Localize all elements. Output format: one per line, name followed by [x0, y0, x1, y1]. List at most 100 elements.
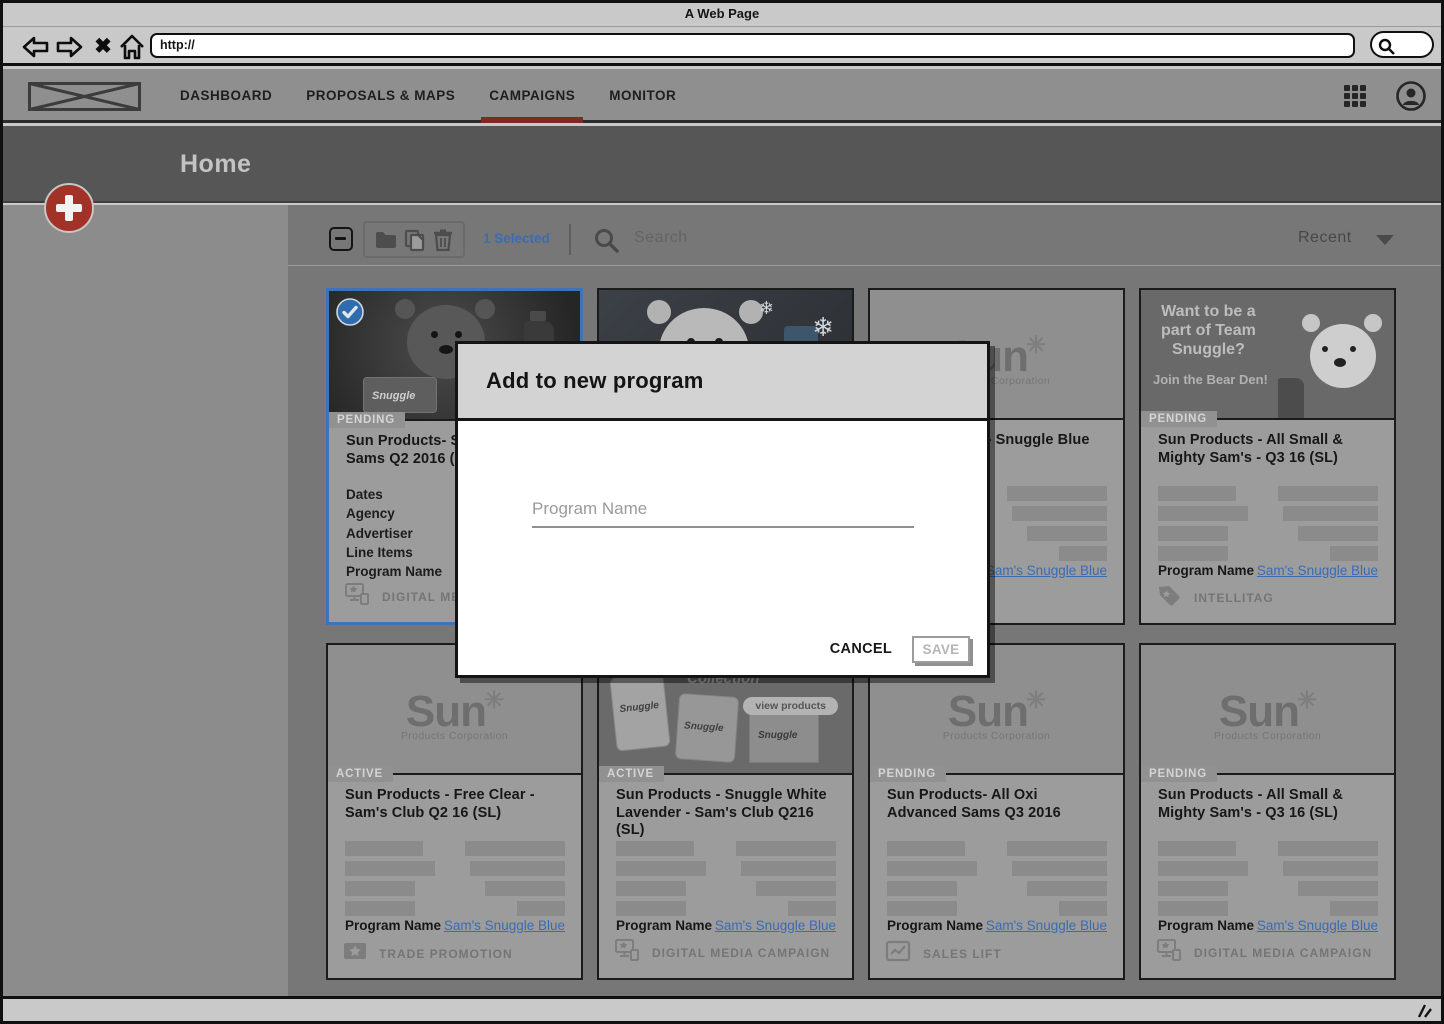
campaign-type-label: TRADE PROMOTION: [379, 947, 513, 961]
home-icon[interactable]: [117, 32, 147, 62]
sort-dropdown[interactable]: Recent: [1298, 229, 1352, 247]
skeleton-bars: [1158, 841, 1378, 921]
campaign-type-label: SALES LIFT: [923, 947, 1002, 961]
sun-flower-icon: ✳: [1026, 687, 1045, 714]
nav-item-proposals-maps[interactable]: PROPOSALS & MAPS: [306, 69, 455, 123]
add-to-program-dialog: Add to new program CANCEL SAVE: [455, 341, 990, 678]
field-label: Line Items: [346, 543, 442, 562]
sun-flower-icon: ✳: [484, 687, 503, 714]
campaign-type: DIGITAL MEDIA CAMPAIGN: [614, 938, 830, 967]
campaign-card-7[interactable]: Sun✳Products CorporationPENDINGSun Produ…: [868, 643, 1125, 980]
apps-grid-icon[interactable]: [1344, 85, 1366, 107]
line-chart-icon: [885, 940, 911, 967]
dialog-title: Add to new program: [486, 368, 704, 394]
add-button[interactable]: [44, 183, 94, 233]
skeleton-bars: [1158, 486, 1378, 566]
nav-menu: DASHBOARD PROPOSALS & MAPS CAMPAIGNS MON…: [180, 69, 676, 123]
browser-toolbar: ✖ http://: [3, 26, 1441, 66]
dialog-header: Add to new program: [458, 344, 987, 421]
status-badge: PENDING: [870, 766, 946, 782]
browser-search-field[interactable]: [1370, 31, 1434, 58]
card-body: Sun Products - All Small & Mighty Sam's …: [1141, 422, 1394, 623]
program-name-link[interactable]: Sam's Snuggle Blue: [715, 918, 836, 933]
program-name-label: Program Name: [345, 918, 441, 933]
bulk-actions-group: [363, 221, 465, 258]
card-title: Sun Products - Snuggle White Lavender - …: [616, 787, 840, 840]
campaign-type-label: DIGITAL MEDIA CAMPAIGN: [652, 946, 830, 960]
sun-flower-icon: ✳: [1026, 332, 1045, 359]
url-text: http://: [160, 38, 195, 52]
campaign-type: SALES LIFT: [885, 940, 1002, 967]
program-name-link[interactable]: Sam's Snuggle Blue: [1257, 563, 1378, 578]
search-input[interactable]: Search: [634, 229, 688, 247]
browser-window: A Web Page ✖ http:// DASHBOARD PROPOSALS…: [0, 0, 1444, 1024]
trash-icon[interactable]: [432, 228, 454, 252]
monitor-star-icon: [614, 938, 640, 967]
field-label: Advertiser: [346, 524, 442, 543]
program-name-label: Program Name: [887, 918, 983, 933]
card-image-sun: Sun✳Products Corporation: [1141, 645, 1394, 775]
status-badge: ACTIVE: [328, 766, 393, 782]
page-title: Home: [180, 150, 251, 179]
skeleton-bars: [616, 841, 836, 921]
nav-item-dashboard[interactable]: DASHBOARD: [180, 69, 272, 123]
program-name-link[interactable]: Sam's Snuggle Blue: [444, 918, 565, 933]
selected-check-icon[interactable]: [335, 297, 365, 332]
folder-icon[interactable]: [374, 230, 398, 250]
stop-icon[interactable]: ✖: [92, 32, 114, 62]
campaign-card-6[interactable]: SnuggleSnuggleSnuggleIslandCollection™&F…: [597, 643, 854, 980]
account-icon[interactable]: [1395, 80, 1427, 117]
status-badge: ACTIVE: [599, 766, 664, 782]
skeleton-bars: [345, 841, 565, 921]
program-name-link[interactable]: Sam's Snuggle Blue: [986, 563, 1107, 578]
nav-item-campaigns[interactable]: CAMPAIGNS: [489, 69, 575, 123]
forward-icon[interactable]: [55, 32, 85, 62]
card-body: Sun Products - All Small & Mighty Sam's …: [1141, 777, 1394, 978]
monitor-star-icon: [1156, 938, 1182, 967]
status-badge: PENDING: [329, 412, 405, 428]
monitor-star-icon: [344, 582, 370, 611]
program-name-input[interactable]: [532, 492, 914, 528]
toolbar-divider: [569, 224, 571, 255]
copy-icon[interactable]: [403, 228, 427, 252]
url-field[interactable]: http://: [150, 33, 1355, 58]
campaign-type: DIGITAL MEDIA CAMPAIGN: [1156, 938, 1372, 967]
window-titlebar: A Web Page: [3, 3, 1441, 26]
card-title: Sun Products - All Small & Mighty Sam's …: [1158, 432, 1382, 467]
program-name-link[interactable]: Sam's Snuggle Blue: [986, 918, 1107, 933]
campaign-type: INTELLITAG: [1156, 583, 1274, 612]
chevron-down-icon[interactable]: [1376, 235, 1394, 245]
resize-handle-icon[interactable]: [1415, 1003, 1433, 1024]
save-button[interactable]: SAVE: [912, 636, 970, 663]
card-title: Sun Products - Free Clear - Sam's Club Q…: [345, 787, 569, 822]
field-label: Program Name: [346, 562, 442, 581]
program-name-label: Program Name: [1158, 563, 1254, 578]
logo-placeholder: [28, 82, 141, 116]
tag-star-icon: [1156, 583, 1182, 612]
program-name-label: Program Name: [1158, 918, 1254, 933]
campaign-card-8[interactable]: Sun✳Products CorporationPENDING Sun Produ…: [1139, 643, 1396, 980]
sidebar: [3, 205, 288, 996]
toolbar-separator: [288, 265, 1441, 266]
program-name-link[interactable]: Sam's Snuggle Blue: [1257, 918, 1378, 933]
campaign-card-4[interactable]: Want to be apart of TeamSnuggle?Join the…: [1139, 288, 1396, 625]
card-title: Sun Products- All Oxi Advanced Sams Q3 2…: [887, 787, 1111, 822]
status-badge: PENDING: [1141, 766, 1217, 782]
search-icon[interactable]: [593, 227, 621, 255]
sun-flower-icon: ✳: [1297, 687, 1316, 714]
campaign-type-label: DIGITAL MEDIA CAMPAIGN: [1194, 946, 1372, 960]
campaign-card-5[interactable]: Sun✳Products CorporationACTIVESun Produc…: [326, 643, 583, 980]
card-body: Sun Products - Snuggle White Lavender - …: [599, 777, 852, 978]
select-all-checkbox[interactable]: [329, 227, 353, 251]
card-title: Sun Products - All Small & Mighty Sam's …: [1158, 787, 1382, 822]
selected-count: 1 Selected: [483, 231, 550, 246]
card-body: Sun Products- All Oxi Advanced Sams Q3 2…: [870, 777, 1123, 978]
back-icon[interactable]: [20, 32, 50, 62]
cancel-button[interactable]: CANCEL: [830, 641, 892, 657]
nav-item-monitor[interactable]: MONITOR: [609, 69, 676, 123]
window-title: A Web Page: [685, 6, 759, 21]
status-badge: PENDING: [1141, 411, 1217, 427]
field-label: Dates: [346, 485, 442, 504]
window-statusbar: [3, 996, 1441, 1021]
campaign-type: TRADE PROMOTION: [343, 940, 513, 967]
